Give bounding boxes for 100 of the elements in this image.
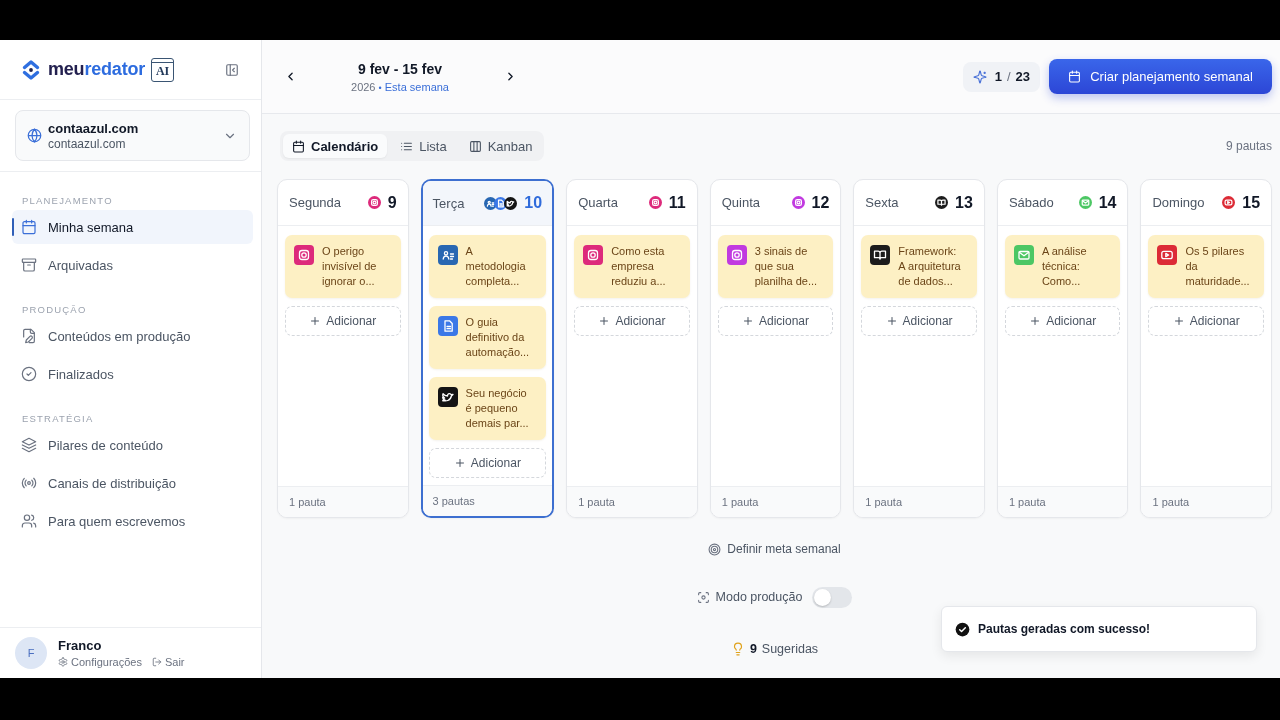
- check-circle-icon: [21, 366, 37, 382]
- day-number: 14: [1098, 193, 1117, 212]
- credits-count: 1 / 23: [994, 69, 1030, 84]
- gear-icon: [58, 657, 68, 667]
- mail-icon: [1078, 196, 1092, 209]
- logo-mark-icon: [22, 58, 40, 81]
- site-domain: contaazul.com: [48, 136, 127, 151]
- section-heading: PRODUÇÃO: [21, 304, 88, 316]
- avatar: F: [15, 637, 47, 669]
- focus-icon: [696, 590, 710, 604]
- nav-item[interactable]: Canais de distribuição: [12, 466, 253, 500]
- plus-icon: [598, 315, 611, 327]
- plus-icon: [742, 315, 754, 327]
- card-title: O perigo invisível de ignorar o...: [322, 244, 378, 289]
- day-name: Sexta: [865, 195, 900, 210]
- view-tab[interactable]: Calendário: [283, 134, 388, 158]
- nav-item[interactable]: Finalizados: [12, 357, 253, 391]
- logo-wordmark: meuredator: [48, 59, 146, 80]
- nav-item[interactable]: Conteúdos em produção: [12, 319, 253, 353]
- user-name: Franco: [58, 638, 103, 653]
- day-count: 1 pauta: [997, 486, 1128, 517]
- card-title: O guia definitivo da automação...: [465, 315, 531, 360]
- layers-icon: [21, 437, 37, 453]
- card-title: Seu negócio é pequeno demais par...: [465, 386, 530, 431]
- day-count: 1 pauta: [278, 486, 408, 517]
- book-icon: [935, 196, 949, 209]
- nav-item[interactable]: Minha semana: [12, 210, 253, 244]
- add-button[interactable]: Adicionar: [428, 448, 547, 478]
- production-mode-label: Modo produção: [715, 590, 803, 604]
- target-icon: [708, 542, 722, 556]
- suggestions-button[interactable]: 9 Sugeridas: [730, 640, 819, 658]
- day-name: Segunda: [289, 195, 343, 210]
- total-count: 9 pautas: [1225, 139, 1272, 153]
- view-tab[interactable]: Lista: [391, 134, 456, 158]
- document-pen-icon: [21, 328, 37, 344]
- content-card[interactable]: O guia definitivo da automação...: [428, 306, 547, 369]
- add-button[interactable]: Adicionar: [717, 306, 834, 336]
- content-card[interactable]: 3 sinais de que sua planilha de...: [717, 235, 834, 298]
- day-name: Quarta: [578, 195, 619, 210]
- plus-icon: [309, 315, 322, 327]
- day-number: 15: [1242, 193, 1261, 212]
- day-name: Terça: [432, 195, 466, 211]
- columns-icon: [468, 139, 482, 153]
- add-button[interactable]: Adicionar: [574, 306, 690, 336]
- week-subtitle: 2026 • Esta semana: [350, 80, 450, 93]
- day-count: 1 pauta: [710, 486, 841, 517]
- card-title: 3 sinais de que sua planilha de...: [754, 244, 819, 289]
- logout-icon: [151, 657, 162, 667]
- plus-icon: [885, 315, 898, 327]
- logout-link[interactable]: Sair: [151, 656, 185, 668]
- calendar-icon: [292, 139, 305, 153]
- sidebar-collapse-icon[interactable]: [225, 62, 239, 77]
- content-card[interactable]: A metodologia completa...: [428, 235, 547, 298]
- section-heading: ESTRATÉGIA: [21, 413, 95, 425]
- add-button[interactable]: Adicionar: [1148, 306, 1265, 336]
- card-title: Framework: A arquitetura de dados...: [898, 244, 962, 289]
- toggle-switch[interactable]: [812, 586, 853, 608]
- add-button[interactable]: Adicionar: [861, 306, 977, 336]
- content-card[interactable]: O perigo invisível de ignorar o...: [285, 235, 401, 298]
- globe-icon: [27, 128, 42, 143]
- day-count: 1 pauta: [1141, 486, 1272, 517]
- calendar-icon: [1068, 70, 1082, 83]
- day-count: 1 pauta: [854, 486, 984, 517]
- content-card[interactable]: Framework: A arquitetura de dados...: [861, 235, 977, 298]
- day-number: 11: [668, 193, 686, 212]
- calendar-icon: [21, 219, 37, 235]
- plus-icon: [1172, 315, 1185, 327]
- site-selector[interactable]: contaazul.com contaazul.com: [15, 110, 250, 161]
- users-icon: [21, 513, 37, 529]
- card-title: A metodologia completa...: [465, 244, 527, 289]
- settings-link[interactable]: Configurações: [58, 656, 142, 668]
- nav-item[interactable]: Pilares de conteúdo: [12, 428, 253, 462]
- ai-badge: AI: [151, 57, 175, 82]
- sparkles-icon: [972, 69, 987, 84]
- add-button[interactable]: Adicionar: [1004, 306, 1121, 336]
- week-range: 9 fev - 15 fev: [356, 60, 444, 77]
- camera-icon: [791, 196, 805, 209]
- nav-item[interactable]: Para quem escrevemos: [12, 504, 253, 538]
- create-plan-button[interactable]: Criar planejamento semanal: [1049, 59, 1272, 94]
- view-tab[interactable]: Kanban: [459, 134, 542, 158]
- day-name: Quinta: [721, 195, 762, 210]
- card-title: Como esta empresa reduziu a...: [611, 244, 667, 289]
- card-title: Os 5 pilares da maturidade...: [1185, 244, 1251, 289]
- add-button[interactable]: Adicionar: [285, 306, 401, 336]
- day-name: Sábado: [1008, 195, 1055, 210]
- section-heading: PLANEJAMENTO: [21, 195, 114, 207]
- broadcast-icon: [21, 475, 37, 491]
- day-number: 12: [811, 193, 830, 212]
- camera-icon: [648, 196, 662, 209]
- content-card[interactable]: A análise técnica: Como...: [1004, 235, 1121, 298]
- nav-item[interactable]: Arquivadas: [12, 248, 253, 282]
- plus-icon: [453, 457, 466, 469]
- set-goal-button[interactable]: Definir meta semanal: [708, 540, 841, 558]
- toast-message: Pautas geradas com sucesso!: [978, 622, 1151, 636]
- content-card[interactable]: Como esta empresa reduziu a...: [574, 235, 690, 298]
- play-icon: [1222, 196, 1236, 209]
- content-card[interactable]: Os 5 pilares da maturidade...: [1148, 235, 1265, 298]
- content-card[interactable]: Seu negócio é pequeno demais par...: [428, 377, 547, 440]
- plus-icon: [1029, 315, 1042, 327]
- camera-icon: [367, 196, 381, 209]
